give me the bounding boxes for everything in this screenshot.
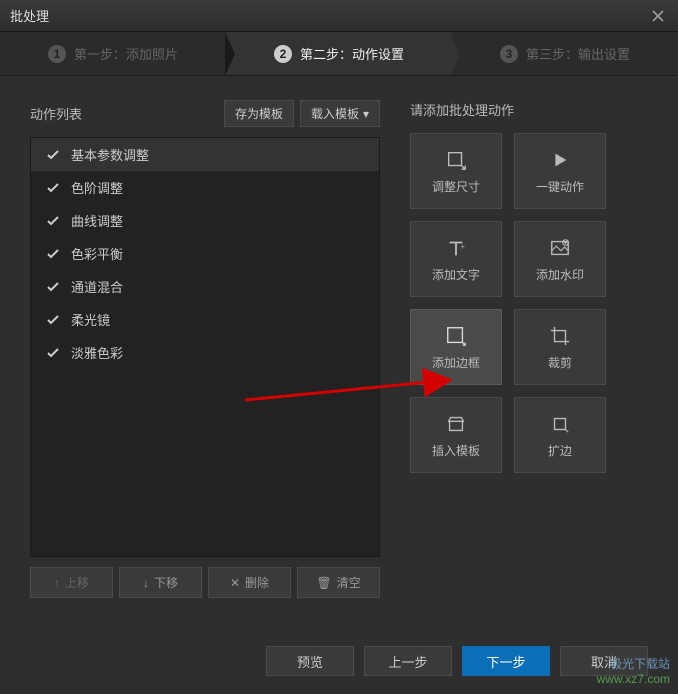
check-icon[interactable] [47, 215, 59, 227]
add-watermark-button[interactable]: 添加水印 [514, 221, 606, 297]
close-icon [652, 10, 664, 22]
left-panel: 动作列表 存为模板 载入模板 ▾ 基本参数调整 色阶调整 曲线调整 [30, 100, 380, 598]
crop-label: 裁剪 [548, 354, 572, 371]
move-down-button[interactable]: ↓ 下移 [119, 567, 202, 598]
load-template-label: 载入模板 [311, 105, 359, 122]
chevron-down-icon: ▾ [363, 107, 369, 121]
resize-label: 调整尺寸 [432, 178, 480, 195]
move-down-label: 下移 [154, 574, 178, 591]
delete-label: 删除 [245, 574, 269, 591]
action-grid: 调整尺寸 一键动作 + 添加文字 添加水印 [410, 133, 648, 473]
titlebar: 批处理 [0, 0, 678, 32]
list-item[interactable]: 通道混合 [31, 270, 379, 303]
trash-icon: 🗑 [316, 576, 331, 590]
action-list-title: 动作列表 [30, 104, 82, 123]
action-list[interactable]: 基本参数调整 色阶调整 曲线调整 色彩平衡 通道混合 柔光镜 [30, 137, 380, 557]
prev-button[interactable]: 上一步 [364, 646, 452, 676]
next-button[interactable]: 下一步 [462, 646, 550, 676]
arrow-up-icon: ↑ [54, 576, 60, 590]
list-item-label: 基本参数调整 [71, 145, 149, 164]
close-icon: ✕ [230, 576, 240, 590]
list-item-label: 色彩平衡 [71, 244, 123, 263]
list-item[interactable]: 淡雅色彩 [31, 336, 379, 369]
step-arrow-icon [450, 32, 460, 76]
preview-button[interactable]: 预览 [266, 646, 354, 676]
crop-button[interactable]: 裁剪 [514, 309, 606, 385]
cancel-button[interactable]: 取消 [560, 646, 648, 676]
clear-button[interactable]: 🗑 清空 [297, 567, 380, 598]
step-2[interactable]: 2 第二步：动作设置 [226, 32, 452, 75]
one-click-button[interactable]: 一键动作 [514, 133, 606, 209]
list-item-label: 色阶调整 [71, 178, 123, 197]
step-label: 第一步：添加照片 [74, 44, 178, 63]
step-1[interactable]: 1 第一步：添加照片 [0, 32, 226, 75]
svg-text:+: + [461, 241, 465, 250]
expand-button[interactable]: 扩边 [514, 397, 606, 473]
panel-header: 动作列表 存为模板 载入模板 ▾ [30, 100, 380, 127]
wizard-steps: 1 第一步：添加照片 2 第二步：动作设置 3 第三步：输出设置 [0, 32, 678, 76]
move-up-label: 上移 [65, 574, 89, 591]
list-item[interactable]: 色彩平衡 [31, 237, 379, 270]
check-icon[interactable] [47, 281, 59, 293]
list-item[interactable]: 柔光镜 [31, 303, 379, 336]
list-item-label: 柔光镜 [71, 310, 110, 329]
add-border-label: 添加边框 [432, 354, 480, 371]
resize-icon [444, 148, 468, 172]
right-panel-title: 请添加批处理动作 [410, 100, 648, 119]
check-icon[interactable] [47, 347, 59, 359]
header-buttons: 存为模板 载入模板 ▾ [224, 100, 380, 127]
template-icon [444, 412, 468, 436]
footer: 预览 上一步 下一步 取消 [0, 646, 678, 676]
play-icon [548, 148, 572, 172]
step-number: 3 [500, 45, 518, 63]
step-3[interactable]: 3 第三步：输出设置 [452, 32, 678, 75]
check-icon[interactable] [47, 314, 59, 326]
window-title: 批处理 [10, 6, 49, 25]
expand-icon [548, 412, 572, 436]
close-button[interactable] [648, 6, 668, 26]
resize-button[interactable]: 调整尺寸 [410, 133, 502, 209]
step-number: 1 [48, 45, 66, 63]
insert-template-label: 插入模板 [432, 442, 480, 459]
insert-template-button[interactable]: 插入模板 [410, 397, 502, 473]
step-label: 第三步：输出设置 [526, 44, 630, 63]
check-icon[interactable] [47, 149, 59, 161]
border-icon [444, 324, 468, 348]
check-icon[interactable] [47, 182, 59, 194]
expand-label: 扩边 [548, 442, 572, 459]
clear-label: 清空 [337, 574, 361, 591]
delete-button[interactable]: ✕ 删除 [208, 567, 291, 598]
check-icon[interactable] [47, 248, 59, 260]
list-item-label: 曲线调整 [71, 211, 123, 230]
arrow-down-icon: ↓ [143, 576, 149, 590]
list-item[interactable]: 色阶调整 [31, 171, 379, 204]
list-item-label: 通道混合 [71, 277, 123, 296]
step-number: 2 [274, 45, 292, 63]
move-up-button[interactable]: ↑ 上移 [30, 567, 113, 598]
list-item-label: 淡雅色彩 [71, 343, 123, 362]
save-template-button[interactable]: 存为模板 [224, 100, 294, 127]
list-item[interactable]: 基本参数调整 [31, 138, 379, 171]
add-text-label: 添加文字 [432, 266, 480, 283]
step-label: 第二步：动作设置 [300, 44, 404, 63]
body-area: 动作列表 存为模板 载入模板 ▾ 基本参数调整 色阶调整 曲线调整 [0, 76, 678, 608]
text-icon: + [444, 236, 468, 260]
add-text-button[interactable]: + 添加文字 [410, 221, 502, 297]
watermark-icon [548, 236, 572, 260]
add-border-button[interactable]: 添加边框 [410, 309, 502, 385]
one-click-label: 一键动作 [536, 178, 584, 195]
step-arrow-icon [225, 32, 235, 76]
add-watermark-label: 添加水印 [536, 266, 584, 283]
list-controls: ↑ 上移 ↓ 下移 ✕ 删除 🗑 清空 [30, 567, 380, 598]
crop-icon [548, 324, 572, 348]
list-item[interactable]: 曲线调整 [31, 204, 379, 237]
load-template-button[interactable]: 载入模板 ▾ [300, 100, 380, 127]
right-panel: 请添加批处理动作 调整尺寸 一键动作 + 添加文字 [410, 100, 648, 598]
